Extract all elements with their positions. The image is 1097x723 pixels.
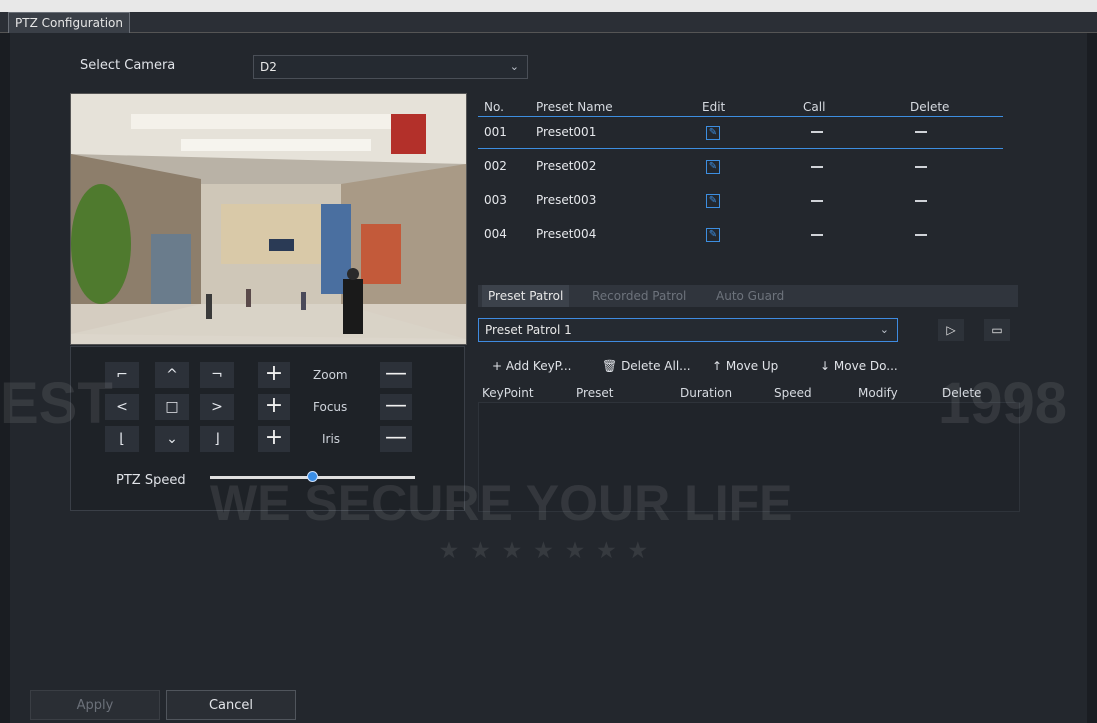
- preset-no: 002: [484, 159, 507, 173]
- pan-up-left-button[interactable]: ⌐: [105, 362, 139, 388]
- keypoint-col-preset: Preset: [576, 386, 614, 400]
- pan-down-left-button[interactable]: ⌊: [105, 426, 139, 452]
- delete-all-button[interactable]: 🗑 Delete All...: [602, 357, 691, 375]
- tab-auto-guard[interactable]: Auto Guard: [716, 285, 784, 307]
- camera-select-value: D2: [260, 60, 277, 74]
- tilt-down-button[interactable]: ⌄: [155, 426, 189, 452]
- pan-down-right-button[interactable]: ⌋: [200, 426, 234, 452]
- call-preset-icon[interactable]: [811, 200, 823, 202]
- iris-open-button[interactable]: +: [258, 426, 290, 452]
- iris-close-button[interactable]: —: [380, 426, 412, 452]
- live-video: [70, 93, 467, 345]
- tab-preset-patrol[interactable]: Preset Patrol: [482, 285, 570, 307]
- preset-no: 001: [484, 125, 507, 139]
- window-top-bar: [0, 0, 1097, 12]
- call-preset-icon[interactable]: [811, 131, 823, 133]
- delete-preset-icon[interactable]: [915, 200, 927, 202]
- iris-label: Iris: [322, 432, 341, 446]
- preset-name: Preset002: [536, 159, 597, 173]
- preset-no: 004: [484, 227, 507, 241]
- pan-left-button[interactable]: <: [105, 394, 139, 420]
- delete-preset-icon[interactable]: [915, 166, 927, 168]
- call-preset-icon[interactable]: [811, 234, 823, 236]
- preset-no: 003: [484, 193, 507, 207]
- arrow-down-icon: ↓: [820, 359, 831, 373]
- focus-near-button[interactable]: +: [258, 394, 290, 420]
- preset-header-edit: Edit: [702, 100, 726, 114]
- edit-icon[interactable]: ✎: [706, 194, 720, 208]
- play-icon[interactable]: ▷: [938, 319, 964, 341]
- preset-header-name: Preset Name: [536, 100, 613, 114]
- zoom-label: Zoom: [313, 368, 348, 382]
- patrol-select[interactable]: Preset Patrol 1 ⌄: [478, 318, 898, 342]
- preset-name: Preset004: [536, 227, 597, 241]
- stop-icon[interactable]: ▭: [984, 319, 1010, 341]
- mall-scene-image: [71, 94, 466, 344]
- arrow-up-icon: ↑: [712, 359, 723, 373]
- edit-icon[interactable]: ✎: [706, 160, 720, 174]
- focus-label: Focus: [313, 400, 348, 414]
- move-up-button[interactable]: ↑ Move Up: [712, 357, 778, 375]
- ptz-center-button[interactable]: □: [155, 394, 189, 420]
- keypoint-col-keypoint: KeyPoint: [482, 386, 534, 400]
- delete-preset-icon[interactable]: [915, 234, 927, 236]
- pan-up-right-button[interactable]: ¬: [200, 362, 234, 388]
- select-camera-label: Select Camera: [80, 58, 176, 73]
- tilt-up-button[interactable]: ^: [155, 362, 189, 388]
- chevron-down-icon: ⌄: [879, 323, 889, 336]
- preset-name: Preset001: [536, 125, 597, 139]
- chevron-down-icon: ⌄: [509, 60, 519, 73]
- keypoint-list: [478, 402, 1020, 512]
- keypoint-col-duration: Duration: [680, 386, 733, 400]
- tab-strip: [0, 12, 1097, 33]
- pan-right-button[interactable]: >: [200, 394, 234, 420]
- zoom-out-button[interactable]: —: [380, 362, 412, 388]
- preset-header-call: Call: [803, 100, 826, 114]
- keypoint-col-delete: Delete: [942, 386, 982, 400]
- cancel-button[interactable]: Cancel: [166, 690, 296, 720]
- preset-header-no: No.: [484, 100, 504, 114]
- patrol-select-value: Preset Patrol 1: [485, 323, 572, 337]
- delete-all-label: Delete All...: [621, 359, 691, 373]
- delete-preset-icon[interactable]: [915, 131, 927, 133]
- tab-recorded-patrol[interactable]: Recorded Patrol: [592, 285, 686, 307]
- move-up-label: Move Up: [725, 359, 779, 373]
- apply-button[interactable]: Apply: [30, 690, 160, 720]
- edit-icon[interactable]: ✎: [706, 228, 720, 242]
- move-down-label: Move Do...: [833, 359, 898, 373]
- add-keypoint-button[interactable]: + Add KeyP...: [492, 357, 571, 375]
- zoom-in-button[interactable]: +: [258, 362, 290, 388]
- keypoint-col-speed: Speed: [774, 386, 812, 400]
- preset-name: Preset003: [536, 193, 597, 207]
- tab-ptz-configuration[interactable]: PTZ Configuration: [8, 12, 130, 33]
- ptz-speed-label: PTZ Speed: [116, 473, 186, 488]
- call-preset-icon[interactable]: [811, 166, 823, 168]
- camera-select[interactable]: D2 ⌄: [253, 55, 528, 79]
- focus-far-button[interactable]: —: [380, 394, 412, 420]
- preset-header-delete: Delete: [910, 100, 950, 114]
- ptz-speed-slider-handle[interactable]: [307, 471, 318, 482]
- keypoint-col-modify: Modify: [858, 386, 898, 400]
- edit-icon[interactable]: ✎: [706, 126, 720, 140]
- move-down-button[interactable]: ↓ Move Do...: [820, 357, 898, 375]
- trash-icon: 🗑: [602, 359, 618, 373]
